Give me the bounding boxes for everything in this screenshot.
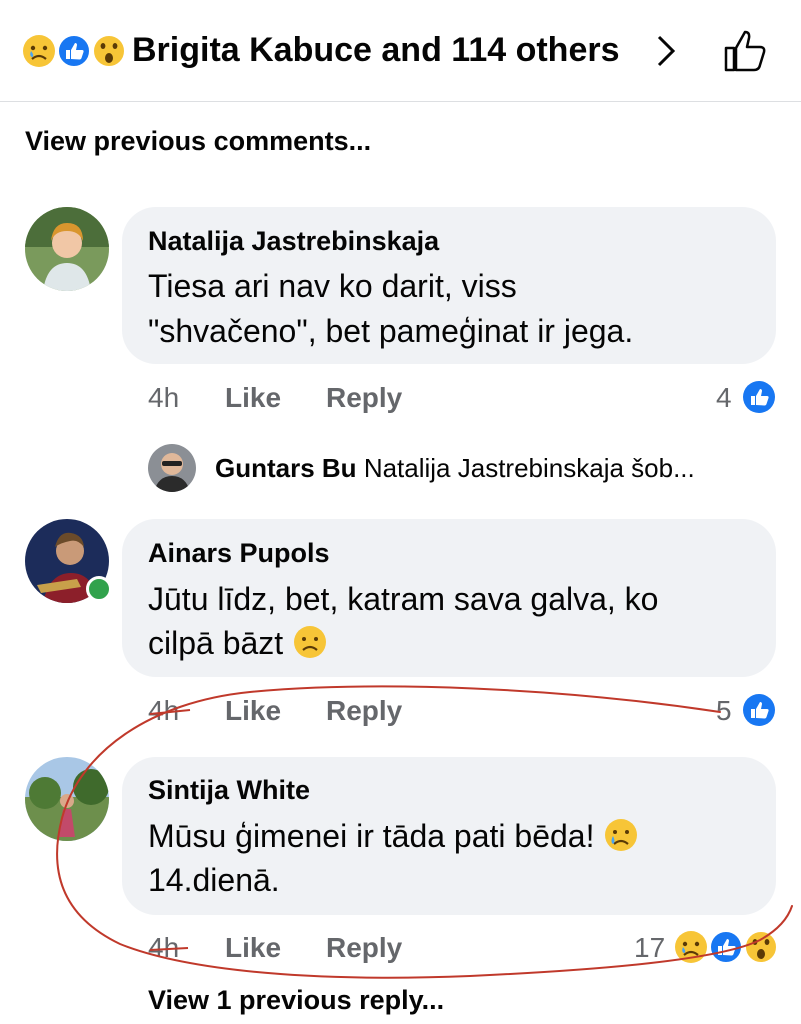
like-reaction-icon <box>743 694 775 726</box>
sad-emoji-icon <box>294 626 327 658</box>
reactions-summary-text[interactable]: Brigita Kabuce and 114 others <box>132 30 620 70</box>
comment-text-line: "shvačeno", bet pameģinat ir jega. <box>148 313 634 349</box>
reaction-count[interactable]: 17 <box>634 932 665 964</box>
reply-author[interactable]: Guntars Bu <box>215 453 357 483</box>
chevron-right-icon[interactable] <box>654 34 678 68</box>
like-reaction-icon <box>57 34 91 68</box>
comment-text-line: Mūsu ģimenei ir tāda pati bēda! <box>148 815 639 857</box>
like-button[interactable]: Like <box>225 932 281 964</box>
comment-text: cilpā bāzt <box>148 625 284 661</box>
comment-text-line: Tiesa ari nav ko darit, viss <box>148 268 517 304</box>
comment-text-line: Jūtu līdz, bet, katram sava galva, ko <box>148 581 659 617</box>
avatar[interactable] <box>25 207 109 291</box>
comment-author[interactable]: Natalija Jastrebinskaja <box>148 226 439 257</box>
like-button[interactable]: Like <box>225 382 281 414</box>
like-button[interactable]: Like <box>225 695 281 727</box>
comment-time[interactable]: 4h <box>148 695 179 727</box>
comment-author[interactable]: Ainars Pupols <box>148 538 330 569</box>
comment-time[interactable]: 4h <box>148 382 179 414</box>
avatar[interactable] <box>25 757 109 841</box>
reply-preview[interactable]: Guntars Bu Natalija Jastrebinskaja šob..… <box>215 453 695 484</box>
wow-reaction-icon <box>92 34 126 68</box>
reactions-header[interactable]: Brigita Kabuce and 114 others <box>0 0 801 102</box>
reaction-icons-group <box>675 930 778 964</box>
view-previous-comments-link[interactable]: View previous comments... <box>25 126 371 157</box>
view-previous-reply-link[interactable]: View 1 previous reply... <box>148 985 444 1016</box>
like-reaction-icon <box>743 381 775 413</box>
comment-text: Mūsu ģimenei ir tāda pati bēda! <box>148 818 595 854</box>
comment-text-line: 14.dienā. <box>148 862 280 898</box>
sad-reaction-icon <box>23 35 55 67</box>
sad-reaction-icon <box>675 931 707 963</box>
comment-time[interactable]: 4h <box>148 932 179 964</box>
reaction-count[interactable]: 4 <box>716 382 732 414</box>
avatar[interactable] <box>148 444 196 492</box>
reply-button[interactable]: Reply <box>326 382 402 414</box>
comment-author[interactable]: Sintija White <box>148 775 310 806</box>
crying-emoji-icon <box>605 819 638 851</box>
reply-text: Natalija Jastrebinskaja šob... <box>363 453 695 483</box>
reply-button[interactable]: Reply <box>326 695 402 727</box>
reaction-count[interactable]: 5 <box>716 695 732 727</box>
header-reactions-icons <box>23 34 126 68</box>
thumbs-up-outline-icon[interactable] <box>722 28 768 74</box>
comment-text-line: cilpā bāzt <box>148 622 328 664</box>
online-status-indicator <box>86 576 112 602</box>
wow-reaction-icon <box>744 930 778 964</box>
reply-button[interactable]: Reply <box>326 932 402 964</box>
like-reaction-icon <box>709 930 743 964</box>
